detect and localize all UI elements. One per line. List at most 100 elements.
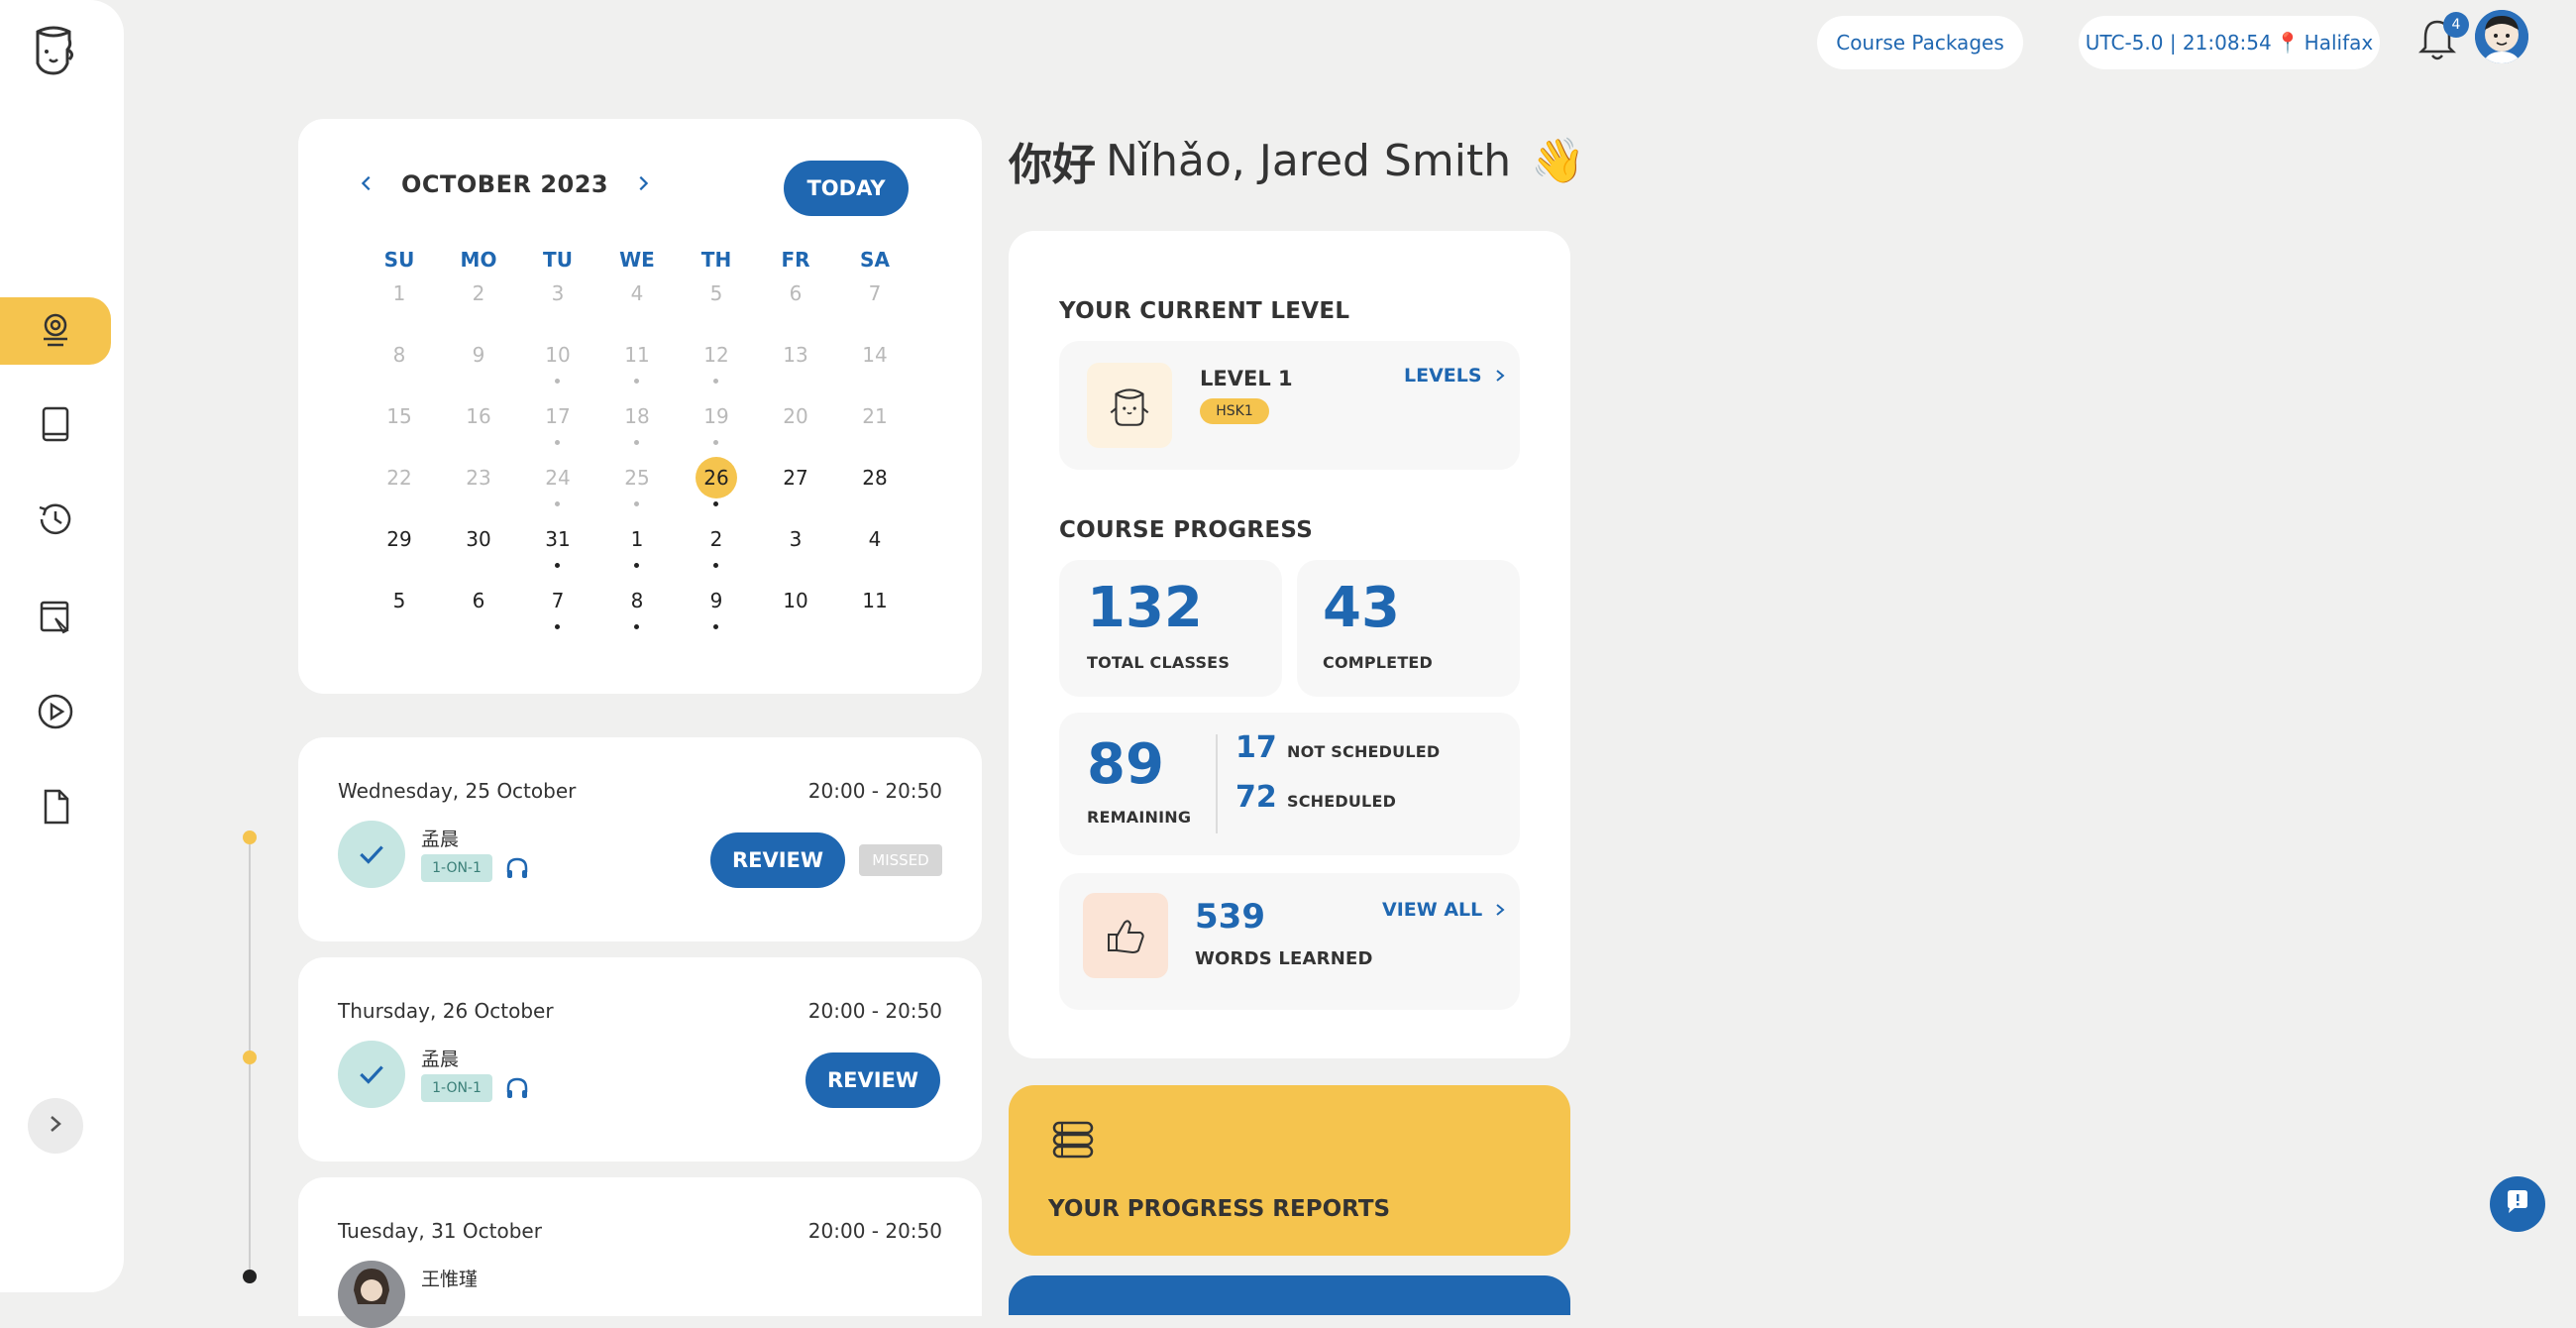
nav-dashboard[interactable] [0, 297, 111, 365]
calendar-day[interactable]: 31 [518, 519, 597, 559]
calendar-day[interactable]: 9 [677, 581, 756, 620]
nav-videos[interactable] [0, 680, 111, 747]
next-card[interactable] [1009, 1275, 1570, 1315]
calendar-day[interactable]: 8 [360, 335, 439, 375]
level-card[interactable]: LEVEL 1 HSK1 LEVELS [1059, 341, 1520, 470]
calendar-day[interactable]: 23 [439, 458, 518, 498]
course-packages-button[interactable]: Course Packages [1817, 16, 2023, 69]
calendar-day[interactable]: 1 [360, 274, 439, 313]
dashboard-icon [34, 307, 77, 355]
calendar-day-selected[interactable]: 26 [677, 458, 756, 498]
view-all-link[interactable]: VIEW ALL [1382, 899, 1506, 921]
calendar-day[interactable]: 3 [518, 274, 597, 313]
calendar-day[interactable]: 14 [835, 335, 914, 375]
calendar-day[interactable]: 13 [756, 335, 835, 375]
event-dot [713, 624, 718, 629]
calendar-day[interactable]: 11 [597, 335, 677, 375]
weekday-label: TU [543, 248, 573, 272]
chat-button[interactable] [2490, 1176, 2545, 1232]
weekday-label: SA [860, 248, 890, 272]
calendar-day[interactable]: 4 [597, 274, 677, 313]
calendar-day[interactable]: 1 [597, 519, 677, 559]
greeting-title: 你好 Nǐhǎo, Jared Smith 👋 [1009, 129, 1585, 192]
calendar-day[interactable]: 2 [677, 519, 756, 559]
calendar-day[interactable]: 15 [360, 396, 439, 436]
event-dot [713, 501, 718, 506]
lesson-card[interactable]: Wednesday, 25 October 20:00 - 20:50 孟晨 1… [298, 737, 982, 941]
checkmark-icon [338, 821, 405, 888]
calendar-day[interactable]: 4 [835, 519, 914, 559]
nav-homework[interactable] [0, 585, 111, 652]
calendar-day[interactable]: 10 [756, 581, 835, 620]
calendar-day[interactable]: 7 [835, 274, 914, 313]
remaining-label: REMAINING [1087, 808, 1192, 827]
nav-history[interactable] [0, 488, 111, 555]
event-dot [634, 563, 639, 568]
calendar-day[interactable]: 3 [756, 519, 835, 559]
review-button[interactable]: REVIEW [805, 1052, 940, 1108]
calendar-day[interactable]: 12 [677, 335, 756, 375]
calendar-day[interactable]: 5 [677, 274, 756, 313]
video-icon [34, 690, 77, 737]
chevron-left-icon[interactable] [358, 170, 376, 198]
calendar-day[interactable]: 18 [597, 396, 677, 436]
calendar-day[interactable]: 2 [439, 274, 518, 313]
progress-reports-card[interactable]: YOUR PROGRESS REPORTS [1009, 1085, 1570, 1256]
calendar-day[interactable]: 22 [360, 458, 439, 498]
lesson-time: 20:00 - 20:50 [807, 999, 942, 1023]
calendar-day[interactable]: 25 [597, 458, 677, 498]
chevron-right-icon [1494, 365, 1506, 387]
calendar-day[interactable]: 24 [518, 458, 597, 498]
calendar-day[interactable]: 6 [439, 581, 518, 620]
calendar-day[interactable]: 19 [677, 396, 756, 436]
calendar-day[interactable]: 29 [360, 519, 439, 559]
review-button[interactable]: REVIEW [710, 832, 845, 888]
completed-value: 43 [1323, 576, 1400, 640]
calendar-day[interactable]: 28 [835, 458, 914, 498]
current-level-title: YOUR CURRENT LEVEL [1059, 298, 1350, 324]
lesson-time: 20:00 - 20:50 [807, 1219, 942, 1243]
lesson-date: Thursday, 26 October [338, 999, 554, 1023]
weekday-label: MO [460, 248, 497, 272]
event-dot [713, 440, 718, 445]
calendar-day[interactable]: 8 [597, 581, 677, 620]
calendar-day[interactable]: 5 [360, 581, 439, 620]
teacher-avatar [338, 1261, 405, 1328]
event-dot [634, 501, 639, 506]
calendar-day[interactable]: 20 [756, 396, 835, 436]
calendar-day[interactable]: 6 [756, 274, 835, 313]
today-button[interactable]: TODAY [784, 161, 909, 216]
calendar-day[interactable]: 10 [518, 335, 597, 375]
levels-link[interactable]: LEVELS [1404, 365, 1506, 387]
chat-icon [2503, 1187, 2532, 1221]
calendar-day[interactable]: 11 [835, 581, 914, 620]
calendar-day[interactable]: 27 [756, 458, 835, 498]
avatar[interactable] [2475, 10, 2528, 63]
logo-icon[interactable] [24, 20, 83, 79]
calendar-day[interactable]: 7 [518, 581, 597, 620]
words-learned-label: WORDS LEARNED [1195, 948, 1373, 969]
lesson-date: Tuesday, 31 October [338, 1219, 542, 1243]
calendar-day[interactable]: 16 [439, 396, 518, 436]
lesson-card[interactable]: Tuesday, 31 October 20:00 - 20:50 王惟瑾 [298, 1177, 982, 1328]
calendar-day[interactable]: 9 [439, 335, 518, 375]
calendar-day[interactable]: 17 [518, 396, 597, 436]
sidebar-expand-button[interactable] [28, 1098, 83, 1154]
course-progress-title: COURSE PROGRESS [1059, 517, 1314, 543]
chevron-right-icon[interactable] [634, 170, 652, 198]
total-classes-card: 132 TOTAL CLASSES [1059, 560, 1282, 697]
teacher-name: 孟晨 [421, 1049, 460, 1070]
timeline-dot [243, 830, 257, 844]
event-dot [555, 563, 560, 568]
nav-courses[interactable] [0, 392, 111, 460]
divider [1216, 734, 1218, 833]
level-character-icon [1087, 363, 1172, 448]
calendar-day[interactable]: 21 [835, 396, 914, 436]
lesson-card[interactable]: Thursday, 26 October 20:00 - 20:50 孟晨 1-… [298, 957, 982, 1162]
nav-documents[interactable] [0, 775, 111, 842]
calendar-day[interactable]: 30 [439, 519, 518, 559]
homework-icon [34, 595, 77, 642]
weekday-label: SU [383, 248, 415, 272]
words-learned-card: 539 WORDS LEARNED VIEW ALL [1059, 873, 1520, 1010]
timezone-display[interactable]: UTC-5.0 | 21:08:54 📍 Halifax [2079, 16, 2380, 69]
